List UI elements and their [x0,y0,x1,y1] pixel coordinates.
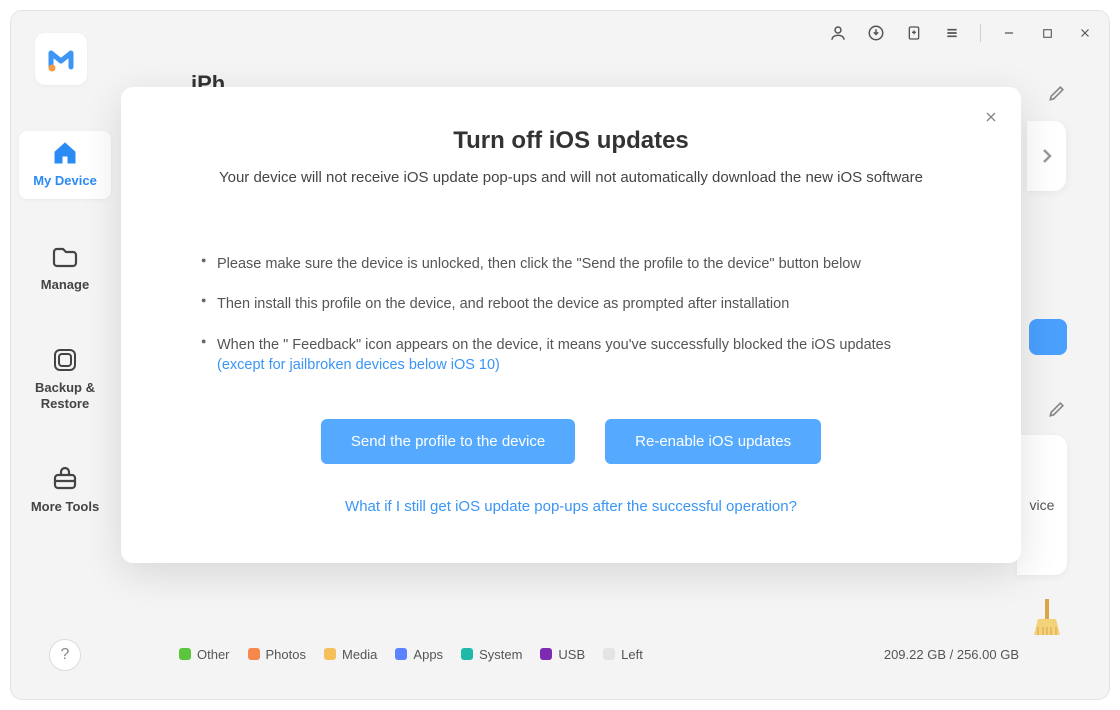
legend-item: Photos [248,647,306,662]
swatch-left [603,648,615,660]
bullet-item: Then install this profile on the device,… [217,294,941,314]
modal-turn-off-ios-updates: Turn off iOS updates Your device will no… [121,87,1021,563]
broom-icon[interactable] [1027,589,1067,639]
menu-icon[interactable] [942,23,962,43]
sidebar-item-label: Backup & Restore [19,380,111,411]
folder-icon [50,243,80,271]
close-icon[interactable] [1075,23,1095,43]
home-icon [50,139,80,167]
swatch-other [179,648,191,660]
pencil-icon[interactable] [1047,83,1067,108]
maximize-icon[interactable] [1037,23,1057,43]
bullet-link[interactable]: (except for jailbroken devices below iOS… [217,357,500,373]
sidebar-item-label: My Device [33,173,97,189]
user-icon[interactable] [828,23,848,43]
modal-bullets: Please make sure the device is unlocked,… [201,254,941,375]
backup-icon [50,346,80,374]
reenable-updates-button[interactable]: Re-enable iOS updates [605,419,821,464]
swatch-system [461,648,473,660]
storage-usage: 209.22 GB / 256.00 GB [884,647,1019,662]
storage-legend: Other Photos Media Apps System USB Left … [179,639,1079,669]
sidebar-item-more-tools[interactable]: More Tools [19,457,111,525]
sidebar-item-manage[interactable]: Manage [19,235,111,303]
sidebar: My Device Manage Backup & Restore More T… [15,131,115,687]
sidebar-item-label: More Tools [31,499,99,515]
sidebar-item-my-device[interactable]: My Device [19,131,111,199]
send-profile-button[interactable]: Send the profile to the device [321,419,575,464]
toolbox-icon [50,465,80,493]
legend-item: System [461,647,522,662]
legend-item: Other [179,647,230,662]
app-logo [35,33,87,85]
app-window: My Device Manage Backup & Restore More T… [10,10,1110,700]
help-button[interactable]: ? [49,639,81,671]
swatch-media [324,648,336,660]
sidebar-item-backup-restore[interactable]: Backup & Restore [19,338,111,421]
legend-item: USB [540,647,585,662]
modal-close-icon[interactable] [979,105,1003,129]
sidebar-item-label: Manage [41,277,89,293]
card-partial-text: vice [1017,435,1067,575]
bullet-item: When the " Feedback" icon appears on the… [217,335,941,376]
swatch-photos [248,648,260,660]
swatch-usb [540,648,552,660]
faq-link[interactable]: What if I still get iOS update pop-ups a… [201,498,941,515]
pencil-icon[interactable] [1047,399,1067,424]
bullet-item: Please make sure the device is unlocked,… [217,254,941,274]
modal-title: Turn off iOS updates [201,127,941,155]
card-chevron[interactable] [1027,121,1067,191]
download-icon[interactable] [866,23,886,43]
legend-item: Media [324,647,377,662]
legend-item: Left [603,647,643,662]
blue-action-button-partial[interactable] [1029,319,1067,355]
modal-button-row: Send the profile to the device Re-enable… [201,419,941,464]
swatch-apps [395,648,407,660]
minimize-icon[interactable] [999,23,1019,43]
titlebar [11,11,1109,55]
newdoc-icon[interactable] [904,23,924,43]
legend-item: Apps [395,647,443,662]
titlebar-divider [980,24,981,42]
modal-subtitle: Your device will not receive iOS update … [201,169,941,186]
